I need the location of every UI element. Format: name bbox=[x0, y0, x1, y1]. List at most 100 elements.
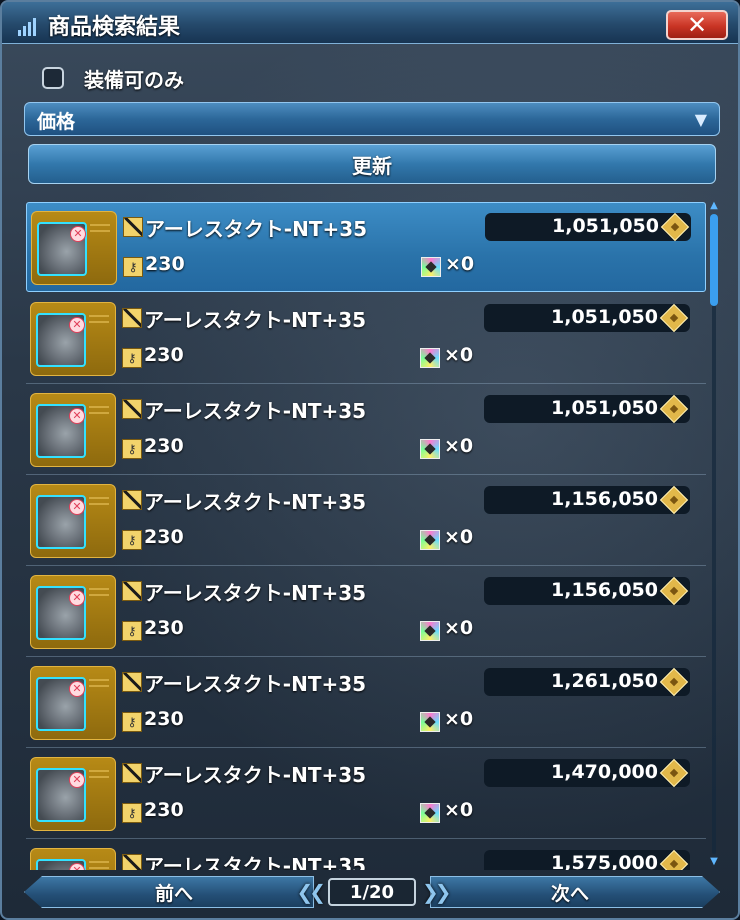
item-name: アーレスタクト-NT+35 bbox=[144, 399, 367, 423]
item-price: 1,156,050 bbox=[551, 579, 658, 601]
result-row[interactable]: ✕ アーレスタクト-NT+35 1,575,000 bbox=[26, 840, 706, 870]
requirement-value: 230 bbox=[144, 526, 184, 548]
scroll-thumb[interactable] bbox=[710, 214, 718, 306]
meseta-icon bbox=[659, 849, 689, 870]
meseta-icon bbox=[659, 303, 689, 333]
price-box: 1,261,050 bbox=[484, 667, 690, 697]
item-price: 1,261,050 bbox=[551, 670, 658, 692]
slot-count: ×0 bbox=[444, 708, 474, 730]
double-chevron-right-icon[interactable]: ❯❯ bbox=[422, 880, 451, 904]
close-button[interactable]: ✕ bbox=[666, 10, 728, 40]
slot-count: ×0 bbox=[444, 344, 474, 366]
item-name: アーレスタクト-NT+35 bbox=[144, 490, 367, 514]
item-thumbnail: ✕ bbox=[30, 666, 116, 740]
item-thumbnail: ✕ bbox=[30, 302, 116, 376]
prev-page-button[interactable]: 前へ bbox=[24, 876, 314, 908]
signal-icon bbox=[16, 14, 38, 36]
result-row[interactable]: ✕ アーレスタクト-NT+35 1,051,050 ⚷ 230 ×0 bbox=[26, 385, 706, 475]
slot-gem-icon bbox=[420, 348, 440, 368]
wand-icon bbox=[123, 217, 143, 237]
double-chevron-left-icon[interactable]: ❮❮ bbox=[296, 880, 325, 904]
price-box: 1,156,050 bbox=[484, 485, 690, 515]
unusable-icon: ✕ bbox=[69, 590, 85, 606]
result-row[interactable]: ✕ アーレスタクト-NT+35 1,470,000 ⚷ 230 ×0 bbox=[26, 749, 706, 839]
sort-select-value: 価格 bbox=[37, 111, 76, 133]
scroll-track[interactable] bbox=[712, 214, 716, 854]
slot-gem-icon bbox=[420, 439, 440, 459]
meseta-icon bbox=[660, 212, 690, 242]
price-box: 1,051,050 bbox=[485, 212, 691, 242]
price-box: 1,470,000 bbox=[484, 758, 690, 788]
result-row[interactable]: ✕ アーレスタクト-NT+35 1,261,050 ⚷ 230 ×0 bbox=[26, 658, 706, 748]
requirement-value: 230 bbox=[144, 799, 184, 821]
slot-gem-icon bbox=[420, 712, 440, 732]
result-row[interactable]: ✕ アーレスタクト-NT+35 1,156,050 ⚷ 230 ×0 bbox=[26, 567, 706, 657]
item-name: アーレスタクト-NT+35 bbox=[144, 581, 367, 605]
key-icon: ⚷ bbox=[123, 257, 143, 277]
pagination-footer: 前へ 次へ ❮❮ 1/20 ❯❯ bbox=[24, 876, 720, 910]
item-name: アーレスタクト-NT+35 bbox=[144, 672, 367, 696]
window-title: 商品検索結果 bbox=[48, 15, 181, 40]
chevron-down-icon: ▼ bbox=[694, 110, 707, 129]
equip-only-filter[interactable]: 装備可のみ bbox=[42, 64, 184, 92]
item-price: 1,156,050 bbox=[551, 488, 658, 510]
item-thumbnail: ✕ bbox=[30, 575, 116, 649]
equip-only-label: 装備可のみ bbox=[84, 67, 184, 92]
item-name: アーレスタクト-NT+35 bbox=[144, 854, 367, 870]
slot-gem-icon bbox=[420, 530, 440, 550]
result-row[interactable]: ✕ アーレスタクト-NT+35 1,051,050 ⚷ 230 ×0 bbox=[26, 294, 706, 384]
price-box: 1,051,050 bbox=[484, 394, 690, 424]
slot-gem-icon bbox=[421, 257, 441, 277]
requirement-value: 230 bbox=[144, 708, 184, 730]
item-thumbnail: ✕ bbox=[30, 484, 116, 558]
item-name: アーレスタクト-NT+35 bbox=[144, 308, 367, 332]
key-icon: ⚷ bbox=[122, 348, 142, 368]
item-price: 1,575,000 bbox=[551, 852, 658, 870]
sort-select[interactable]: 価格 ▼ bbox=[24, 102, 720, 136]
results-scrollbar[interactable]: ▲ ▼ bbox=[708, 200, 720, 868]
equip-only-checkbox[interactable] bbox=[42, 67, 64, 89]
requirement-value: 230 bbox=[144, 344, 184, 366]
item-price: 1,051,050 bbox=[551, 397, 658, 419]
unusable-icon: ✕ bbox=[69, 499, 85, 515]
result-row[interactable]: ✕ アーレスタクト-NT+35 1,051,050 ⚷ 230 ×0 bbox=[26, 202, 706, 292]
search-results-window: 商品検索結果 ✕ 装備可のみ 価格 ▼ 更新 ✕ アーレスタクト-NT+35 1… bbox=[0, 0, 740, 920]
scroll-down-icon[interactable]: ▼ bbox=[708, 856, 720, 868]
key-icon: ⚷ bbox=[122, 712, 142, 732]
scroll-up-icon[interactable]: ▲ bbox=[708, 200, 720, 212]
item-thumbnail: ✕ bbox=[30, 757, 116, 831]
requirement-value: 230 bbox=[144, 435, 184, 457]
price-box: 1,575,000 bbox=[484, 849, 690, 870]
slot-count: ×0 bbox=[444, 617, 474, 639]
refresh-button[interactable]: 更新 bbox=[28, 144, 716, 184]
slot-count: ×0 bbox=[444, 526, 474, 548]
key-icon: ⚷ bbox=[122, 621, 142, 641]
meseta-icon bbox=[659, 394, 689, 424]
key-icon: ⚷ bbox=[122, 439, 142, 459]
slot-count: ×0 bbox=[444, 435, 474, 457]
next-page-button[interactable]: 次へ bbox=[430, 876, 720, 908]
requirement-value: 230 bbox=[145, 253, 185, 275]
result-row[interactable]: ✕ アーレスタクト-NT+35 1,156,050 ⚷ 230 ×0 bbox=[26, 476, 706, 566]
wand-icon bbox=[122, 308, 142, 328]
wand-icon bbox=[122, 490, 142, 510]
meseta-icon bbox=[659, 667, 689, 697]
price-box: 1,156,050 bbox=[484, 576, 690, 606]
slot-gem-icon bbox=[420, 621, 440, 641]
wand-icon bbox=[122, 854, 142, 870]
unusable-icon: ✕ bbox=[69, 317, 85, 333]
item-thumbnail: ✕ bbox=[31, 211, 117, 285]
unusable-icon: ✕ bbox=[69, 408, 85, 424]
item-thumbnail: ✕ bbox=[30, 393, 116, 467]
page-indicator: ❮❮ 1/20 ❯❯ bbox=[286, 876, 458, 908]
meseta-icon bbox=[659, 485, 689, 515]
item-thumbnail: ✕ bbox=[30, 848, 116, 870]
wand-icon bbox=[122, 672, 142, 692]
meseta-icon bbox=[659, 758, 689, 788]
requirement-value: 230 bbox=[144, 617, 184, 639]
slot-count: ×0 bbox=[445, 253, 475, 275]
results-list: ✕ アーレスタクト-NT+35 1,051,050 ⚷ 230 ×0 ✕ アーレ… bbox=[26, 198, 706, 870]
slot-count: ×0 bbox=[444, 799, 474, 821]
key-icon: ⚷ bbox=[122, 530, 142, 550]
title-bar[interactable]: 商品検索結果 ✕ bbox=[2, 2, 738, 44]
